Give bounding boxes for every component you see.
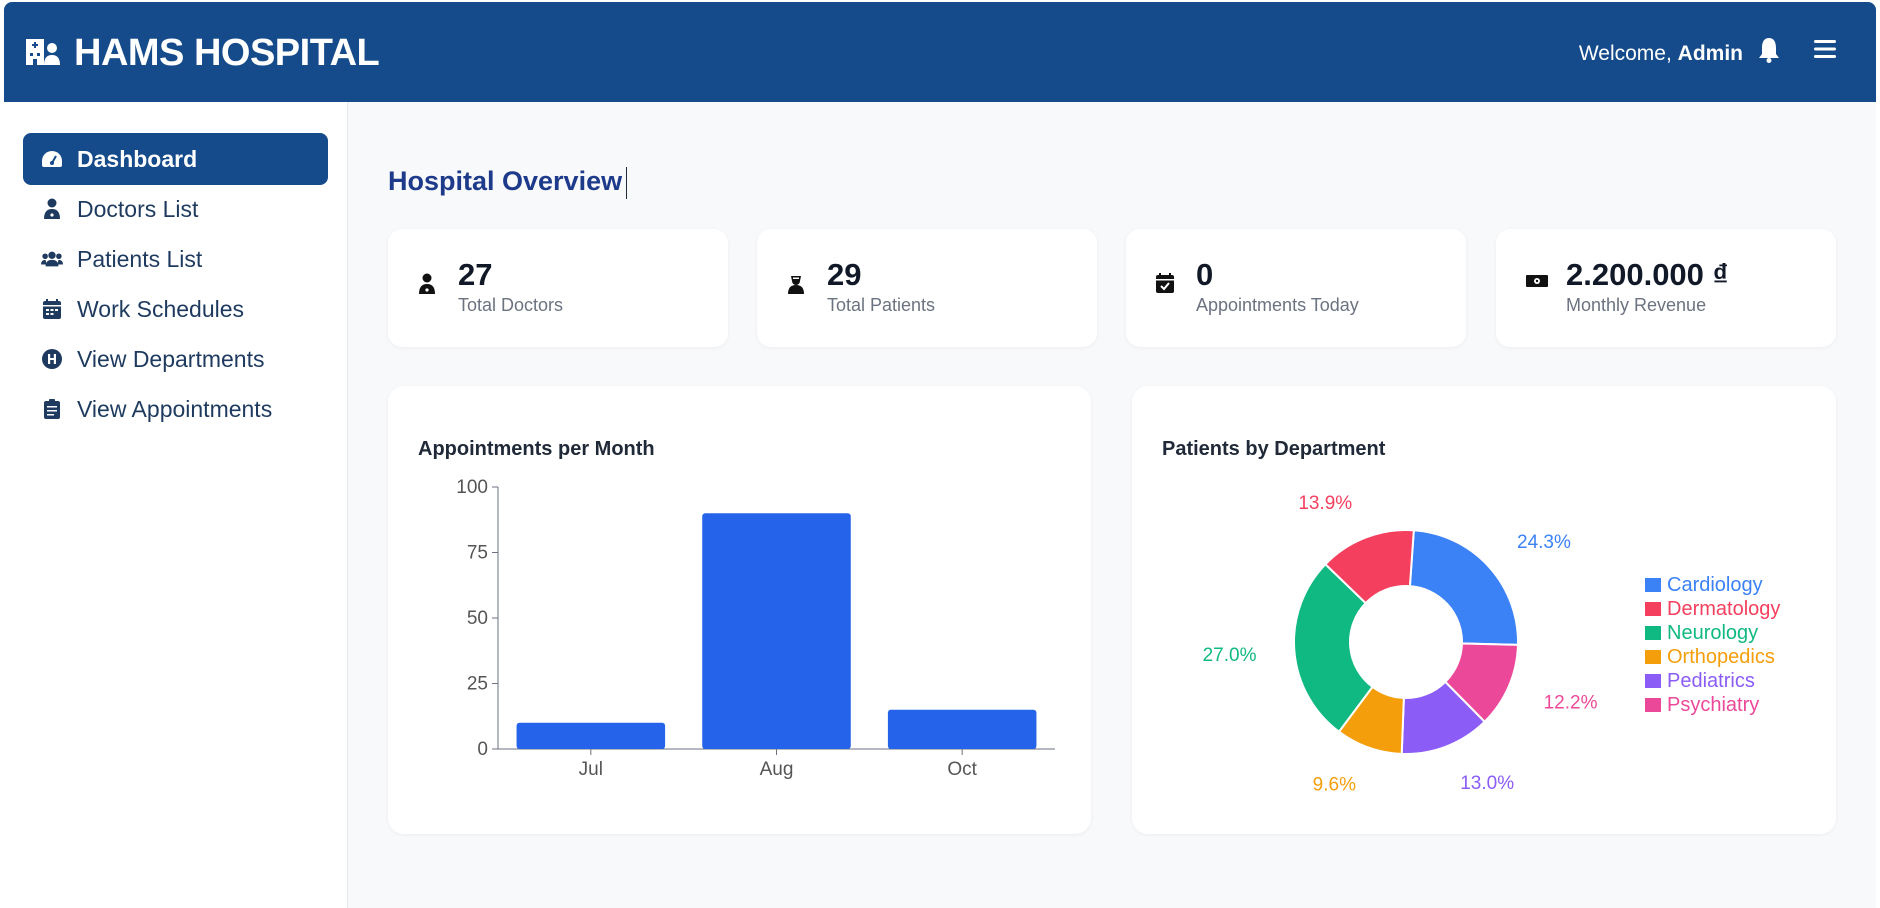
slice-value-label: 12.2% — [1544, 693, 1598, 714]
patient-icon — [787, 273, 809, 295]
stat-card-patients: 29 Total Patients — [757, 229, 1097, 347]
page-title: Hospital Overview — [388, 166, 623, 196]
slice-value-label: 13.9% — [1298, 493, 1352, 514]
x-tick-label: Aug — [760, 759, 794, 780]
stat-label: Total Patients — [827, 295, 936, 315]
bar-jul — [516, 722, 666, 749]
y-tick-label: 75 — [467, 543, 488, 564]
money-icon — [1526, 273, 1548, 295]
slice-cardiology — [1408, 529, 1519, 646]
clipboard-icon — [41, 398, 63, 420]
legend-item-pediatrics[interactable]: Pediatrics — [1645, 669, 1780, 693]
sidebar-item-appointments[interactable]: View Appointments — [23, 383, 328, 435]
calendar-icon — [41, 298, 63, 320]
bar-aug — [702, 513, 851, 749]
top-header: HAMS HOSPITAL Welcome, Admin — [4, 2, 1876, 102]
doctor-icon — [418, 273, 440, 295]
menu-icon[interactable] — [1814, 39, 1836, 64]
stat-value: 0 — [1196, 257, 1214, 292]
legend-swatch — [1645, 674, 1661, 688]
bell-icon[interactable] — [1758, 37, 1780, 68]
sidebar-item-label: Dashboard — [77, 145, 198, 172]
stat-card-revenue: 2.200.000 ₫ Monthly Revenue — [1496, 229, 1836, 347]
user-name: Admin — [1677, 42, 1743, 65]
y-tick-label: 50 — [467, 608, 488, 629]
slice-value-label: 9.6% — [1313, 774, 1356, 795]
legend-item-dermatology[interactable]: Dermatology — [1645, 597, 1780, 621]
department-chart-panel: Patients by Department 24.3% 12.2% 13.0% 9.… — [1132, 386, 1836, 834]
calendar-check-icon — [1156, 273, 1178, 295]
x-tick-label: Jul — [579, 759, 603, 780]
sidebar-item-label: Doctors List — [77, 195, 199, 222]
legend-label: Dermatology — [1667, 597, 1781, 620]
stat-label: Monthly Revenue — [1566, 295, 1707, 315]
x-tick-label: Oct — [947, 759, 977, 780]
legend-swatch — [1645, 650, 1661, 664]
legend-swatch — [1645, 698, 1661, 712]
sidebar: Dashboard Doctors List Patients List Wor… — [4, 102, 348, 908]
stat-label: Total Doctors — [458, 295, 564, 315]
doctor-icon — [41, 198, 63, 220]
legend-item-orthopedics[interactable]: Orthopedics — [1645, 645, 1780, 669]
legend-label: Orthopedics — [1667, 645, 1775, 668]
legend-swatch — [1645, 626, 1661, 640]
slice-value-label: 24.3% — [1517, 532, 1571, 553]
legend-item-cardiology[interactable]: Cardiology — [1645, 573, 1780, 597]
legend-item-psychiatry[interactable]: Psychiatry — [1645, 693, 1780, 717]
legend-swatch — [1645, 578, 1661, 592]
legend-label: Cardiology — [1667, 573, 1763, 596]
hospital-h-icon — [41, 348, 63, 370]
main-content: Hospital Overview 27 Total Doctors 29 To… — [348, 102, 1876, 908]
legend-label: Pediatrics — [1667, 669, 1755, 692]
gauge-icon — [41, 148, 63, 170]
brand[interactable]: HAMS HOSPITAL — [24, 32, 380, 75]
appointments-chart-panel: Appointments per Month 0 25 50 75 100 Jul Aug O… — [388, 386, 1091, 834]
welcome-prefix: Welcome, — [1578, 42, 1672, 65]
y-tick-label: 100 — [456, 477, 488, 498]
stat-value: 27 — [458, 257, 493, 292]
sidebar-item-patients[interactable]: Patients List — [23, 233, 328, 285]
sidebar-item-departments[interactable]: View Departments — [23, 333, 328, 385]
sidebar-item-label: View Appointments — [77, 395, 273, 422]
stat-card-appointments-today: 0 Appointments Today — [1126, 229, 1466, 347]
sidebar-item-doctors[interactable]: Doctors List — [23, 183, 328, 235]
slice-value-label: 13.0% — [1460, 773, 1514, 794]
stat-label: Appointments Today — [1196, 295, 1359, 315]
y-tick-label: 0 — [477, 739, 488, 760]
sidebar-item-schedules[interactable]: Work Schedules — [23, 283, 328, 335]
welcome-text: Welcome, Admin — [1579, 42, 1743, 66]
text-cursor — [626, 167, 627, 199]
sidebar-item-label: Patients List — [77, 245, 203, 272]
legend-label: Neurology — [1667, 621, 1759, 644]
hospital-icon — [24, 35, 62, 72]
stat-value: 2.200.000 ₫ — [1566, 257, 1729, 292]
legend-item-neurology[interactable]: Neurology — [1645, 621, 1780, 645]
bar-oct — [887, 709, 1037, 749]
bar-chart: 0 25 50 75 100 Jul Aug Oct — [456, 477, 1055, 780]
slice-value-label: 27.0% — [1203, 645, 1257, 666]
legend-label: Psychiatry — [1667, 693, 1760, 716]
chart-legend: Cardiology Dermatology Neurology Orthopedic… — [1645, 573, 1780, 717]
y-tick-label: 25 — [467, 674, 488, 695]
sidebar-item-label: Work Schedules — [77, 295, 245, 322]
brand-title: HAMS HOSPITAL — [74, 32, 380, 74]
stat-card-doctors: 27 Total Doctors — [388, 229, 728, 347]
stat-value: 29 — [827, 257, 862, 292]
sidebar-item-dashboard[interactable]: Dashboard — [23, 133, 328, 185]
sidebar-item-label: View Departments — [77, 345, 265, 372]
users-icon — [41, 248, 63, 270]
legend-swatch — [1645, 602, 1661, 616]
